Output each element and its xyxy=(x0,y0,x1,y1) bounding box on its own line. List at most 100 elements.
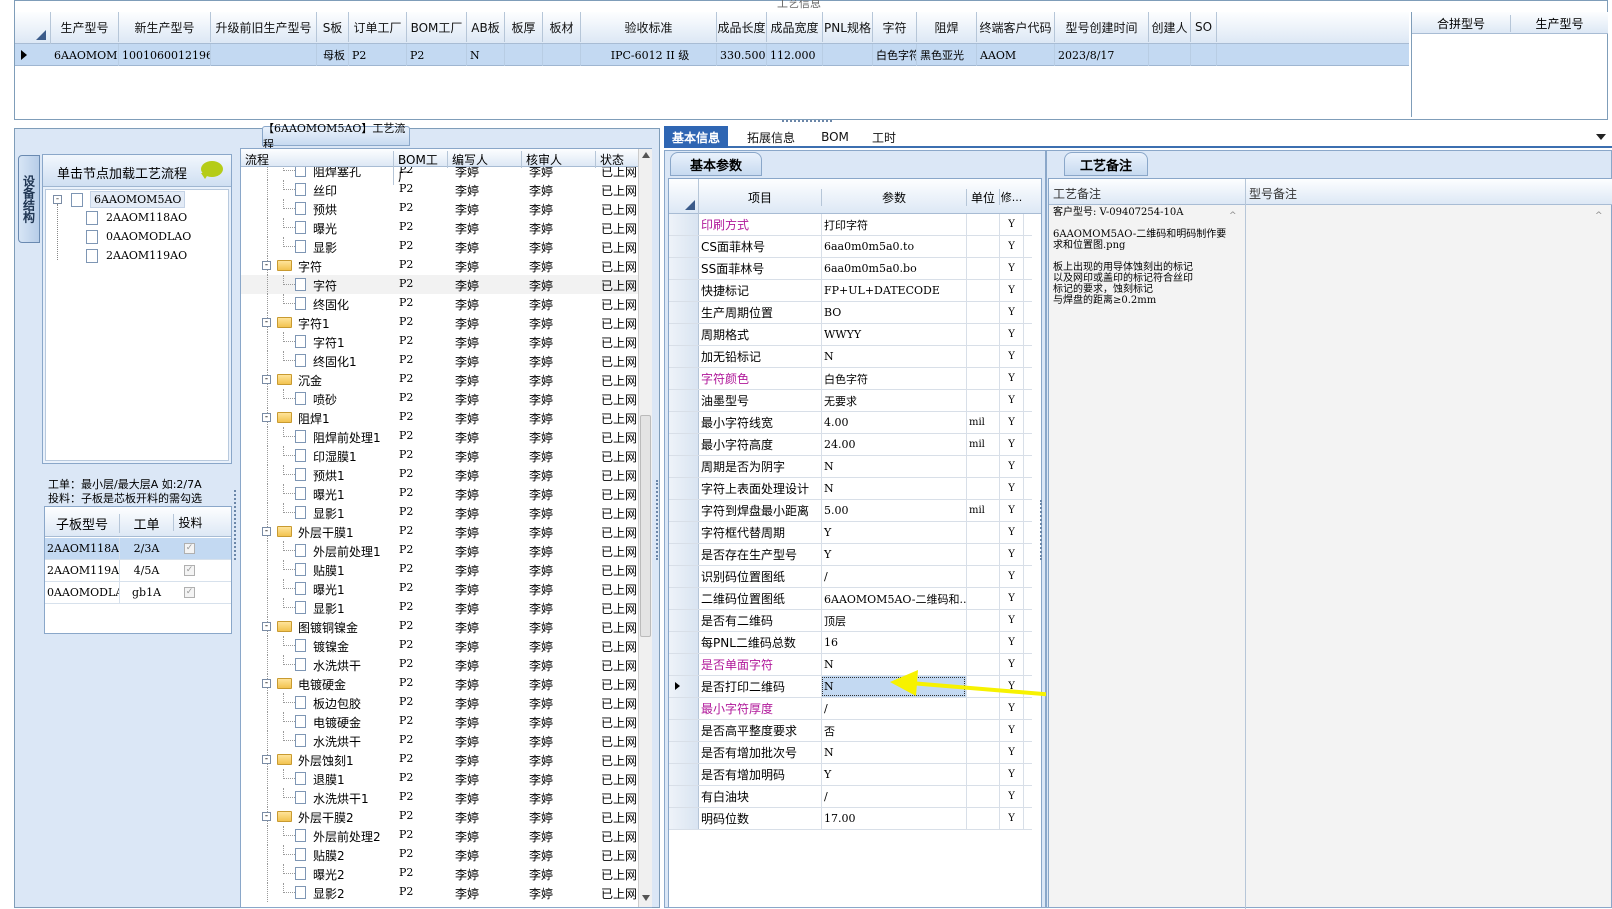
top-grid-column-header[interactable]: 生产型号 xyxy=(51,12,119,42)
flow-row[interactable]: - 外层干膜2 P2 李婷 李婷 已上网 xyxy=(241,807,639,826)
flow-row[interactable]: - 外层蚀刻1 P2 李婷 李婷 已上网 xyxy=(241,750,639,769)
top-grid-column-header[interactable]: 字符 xyxy=(873,12,917,42)
tree-expander-icon[interactable]: - xyxy=(53,195,62,204)
tree-expander-icon[interactable]: - xyxy=(262,413,271,422)
top-grid-cell[interactable] xyxy=(823,44,873,66)
tree-expander-icon[interactable]: - xyxy=(262,622,271,631)
top-grid-column-header[interactable]: PNL规格 xyxy=(823,12,873,42)
param-row-header[interactable] xyxy=(669,654,699,675)
param-row[interactable]: 生产周期位置 BO Y xyxy=(669,302,1032,324)
param-value[interactable]: N xyxy=(821,456,966,477)
param-row[interactable]: 周期格式 WWYY Y xyxy=(669,324,1032,346)
tree-expander-icon[interactable]: - xyxy=(262,527,271,536)
param-row[interactable]: 最小字符高度 24.00 mil Y xyxy=(669,434,1032,456)
flow-row[interactable]: - 字符1 P2 李婷 李婷 已上网 xyxy=(241,313,639,332)
flow-row[interactable]: - 图镀铜镍金 P2 李婷 李婷 已上网 xyxy=(241,617,639,636)
top-grid-cell[interactable] xyxy=(505,44,543,66)
param-row[interactable]: 加无铅标记 N Y xyxy=(669,346,1032,368)
param-value[interactable]: 6AAOMOM5AO-二维码和... xyxy=(821,588,966,609)
flow-row[interactable]: 终固化 P2 李婷 李婷 已上网 xyxy=(241,294,639,313)
middle-splitter[interactable] xyxy=(656,480,660,560)
param-row[interactable]: 字符到焊盘最小距离 5.00 mil Y xyxy=(669,500,1032,522)
top-grid-cell[interactable]: 330.500 xyxy=(717,44,767,66)
param-col-item[interactable]: 项目 xyxy=(699,189,821,206)
param-row[interactable]: 识别码位置图纸 / Y xyxy=(669,566,1032,588)
top-grid-cell[interactable]: 白色字符 xyxy=(873,44,917,66)
tree-expander-icon[interactable]: - xyxy=(262,375,271,384)
param-row[interactable]: 字符上表面处理设计 N Y xyxy=(669,478,1032,500)
scroll-up-icon[interactable] xyxy=(642,152,650,158)
param-value[interactable]: 16 xyxy=(821,632,966,653)
sub-board-row[interactable]: 2AAOM119AO4/5A ✓ xyxy=(45,560,231,582)
param-row[interactable]: 油墨型号 无要求 Y xyxy=(669,390,1032,412)
scroll-down-icon[interactable] xyxy=(642,895,650,901)
flow-row[interactable]: 预烘1 P2 李婷 李婷 已上网 xyxy=(241,465,639,484)
param-row[interactable]: CS面菲林号 6aa0m0m5a0.to Y xyxy=(669,236,1032,258)
param-row-header[interactable] xyxy=(669,786,699,807)
flow-row[interactable]: 贴膜1 P2 李婷 李婷 已上网 xyxy=(241,560,639,579)
scroll-thumb[interactable] xyxy=(640,415,651,637)
param-row-header[interactable] xyxy=(669,324,699,345)
param-row[interactable]: 二维码位置图纸 6AAOMOM5AO-二维码和... Y xyxy=(669,588,1032,610)
param-value[interactable]: Y xyxy=(821,544,966,565)
param-value[interactable]: 否 xyxy=(821,720,966,741)
flow-row[interactable]: 曝光1 P2 李婷 李婷 已上网 xyxy=(241,579,639,598)
param-row[interactable]: 是否有增加批次号 N Y xyxy=(669,742,1032,764)
top-grid-column-header[interactable]: 板材 xyxy=(543,12,581,42)
param-row-header[interactable] xyxy=(669,566,699,587)
top-grid-cell[interactable]: N xyxy=(467,44,505,66)
param-row-header[interactable] xyxy=(669,764,699,785)
param-row-header[interactable] xyxy=(669,434,699,455)
top-grid-column-header[interactable]: 阻焊 xyxy=(917,12,977,42)
top-grid-cell[interactable]: P2 xyxy=(407,44,467,66)
flow-row[interactable]: 喷砂 P2 李婷 李婷 已上网 xyxy=(241,389,639,408)
param-value[interactable]: 4.00 xyxy=(821,412,966,433)
param-row[interactable]: 有白油块 / Y xyxy=(669,786,1032,808)
param-value[interactable]: Y xyxy=(821,522,966,543)
flow-row[interactable]: 板边包胶 P2 李婷 李婷 已上网 xyxy=(241,693,639,712)
param-row-header[interactable] xyxy=(669,544,699,565)
flow-row[interactable]: - 阻焊1 P2 李婷 李婷 已上网 xyxy=(241,408,639,427)
param-row-header[interactable] xyxy=(669,522,699,543)
param-value[interactable]: WWYY xyxy=(821,324,966,345)
flow-row[interactable]: - 字符 P2 李婷 李婷 已上网 xyxy=(241,256,639,275)
flow-row[interactable]: 字符 P2 李婷 李婷 已上网 xyxy=(241,275,639,294)
param-row-header[interactable] xyxy=(669,478,699,499)
top-grid-cell[interactable]: P2 xyxy=(349,44,407,66)
sub-col-feed[interactable]: 投料 xyxy=(173,514,207,531)
device-structure-tab[interactable]: 设备结构 xyxy=(18,155,40,243)
flow-row[interactable]: 丝印 P2 李婷 李婷 已上网 xyxy=(241,180,639,199)
merge-prod-model-header[interactable]: 生产型号 xyxy=(1510,15,1608,32)
flow-row[interactable]: 显影1 P2 李婷 李婷 已上网 xyxy=(241,503,639,522)
top-grid-cell[interactable]: 2023/8/17 xyxy=(1055,44,1149,66)
param-row[interactable]: 是否存在生产型号 Y Y xyxy=(669,544,1032,566)
param-row[interactable]: SS面菲林号 6aa0m0m5a0.bo Y xyxy=(669,258,1032,280)
top-grid-cell[interactable]: 黑色亚光 xyxy=(917,44,977,66)
top-grid-cell[interactable] xyxy=(1191,44,1217,66)
flow-row[interactable]: 预烘 P2 李婷 李婷 已上网 xyxy=(241,199,639,218)
top-grid-column-header[interactable]: 成品长度 xyxy=(717,12,767,42)
top-grid-column-header[interactable]: 创建人 xyxy=(1149,12,1191,42)
feed-checkbox[interactable]: ✓ xyxy=(184,587,195,598)
param-row-header[interactable] xyxy=(669,236,699,257)
param-row[interactable]: 每PNL二维码总数 16 Y xyxy=(669,632,1032,654)
flow-row[interactable]: 外层前处理2 P2 李婷 李婷 已上网 xyxy=(241,826,639,845)
flow-row[interactable]: 印湿膜1 P2 李婷 李婷 已上网 xyxy=(241,446,639,465)
param-row[interactable]: 是否高平整度要求 否 Y xyxy=(669,720,1032,742)
param-row-header[interactable] xyxy=(669,390,699,411)
top-grid-column-header[interactable]: 订单工厂 xyxy=(349,12,407,42)
tree-root[interactable]: 6AAOMOM5AO xyxy=(90,191,186,208)
tab-0[interactable]: 基本信息 xyxy=(664,126,728,148)
param-value[interactable]: 17.00 xyxy=(821,808,966,829)
param-row-header[interactable] xyxy=(669,346,699,367)
param-value[interactable]: 顶层 xyxy=(821,610,966,631)
top-grid-column-header[interactable]: 型号创建时间 xyxy=(1055,12,1149,42)
param-row-header[interactable] xyxy=(669,456,699,477)
param-value[interactable]: N xyxy=(821,346,966,367)
tree-expander-icon[interactable]: - xyxy=(262,812,271,821)
param-row-header[interactable] xyxy=(669,302,699,323)
flow-row[interactable]: - 电镀硬金 P2 李婷 李婷 已上网 xyxy=(241,674,639,693)
flow-tab[interactable]: 【6AAOMOM5AO】工艺流程 xyxy=(262,122,410,151)
flow-row[interactable]: 显影1 P2 李婷 李婷 已上网 xyxy=(241,598,639,617)
top-grid-column-header[interactable]: 成品宽度 xyxy=(767,12,823,42)
